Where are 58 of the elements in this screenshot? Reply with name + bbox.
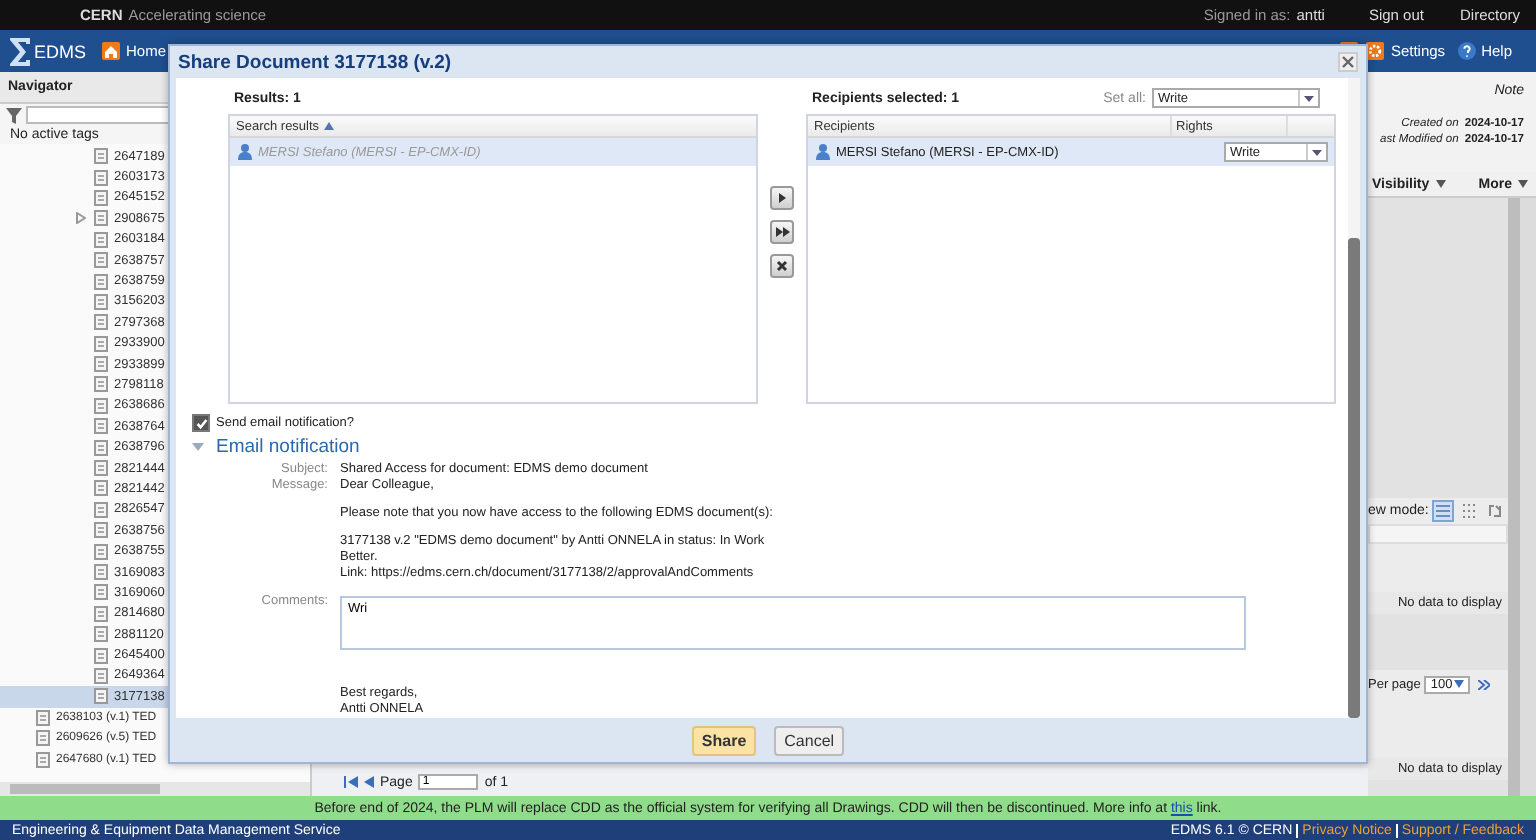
cancel-button[interactable]: Cancel [774, 725, 845, 755]
document-icon [94, 647, 108, 664]
document-icon [94, 314, 108, 331]
remove-icon[interactable] [770, 254, 794, 278]
document-icon [94, 688, 108, 705]
logo-icon [8, 35, 32, 67]
add-icon[interactable] [770, 186, 794, 210]
document-icon [94, 460, 108, 477]
gear-icon [1366, 42, 1385, 60]
person-icon [238, 144, 252, 160]
person-icon [816, 144, 830, 160]
document-icon [94, 293, 108, 310]
document-icon [94, 210, 108, 227]
logo-text: EDMS [34, 41, 87, 61]
document-icon [94, 564, 108, 580]
caret-icon [1518, 180, 1528, 188]
add-all-icon[interactable] [770, 220, 794, 244]
collapse-icon[interactable] [192, 442, 204, 453]
document-icon [94, 480, 108, 497]
document-icon [36, 709, 50, 726]
caret-icon [1435, 180, 1446, 188]
document-icon [94, 356, 108, 373]
document-icon [94, 667, 108, 684]
document-icon [36, 730, 50, 747]
document-icon [94, 273, 108, 290]
close-icon[interactable] [1338, 52, 1358, 72]
list-view-icon[interactable] [1432, 500, 1455, 522]
document-icon [94, 522, 108, 539]
home-icon [102, 42, 121, 60]
dialog-title: Share Document 3177138 (v.2) [178, 51, 452, 73]
caret-icon [1454, 680, 1465, 688]
document-icon [36, 751, 50, 768]
document-icon [94, 605, 108, 622]
previous-page-icon[interactable] [364, 776, 374, 788]
document-icon [94, 397, 108, 414]
export-icon[interactable] [1484, 500, 1507, 522]
share-button[interactable]: Share [691, 725, 757, 755]
document-icon [94, 335, 108, 352]
document-icon [94, 501, 108, 518]
document-icon [94, 418, 108, 435]
document-icon [94, 169, 108, 186]
last-page-icon[interactable] [1478, 679, 1491, 689]
document-icon [94, 189, 108, 206]
document-icon [94, 584, 108, 601]
caret-icon [1306, 144, 1326, 160]
expand-icon[interactable] [76, 212, 86, 225]
document-icon [94, 231, 108, 248]
document-icon [94, 626, 108, 643]
checkbox[interactable] [192, 414, 210, 433]
caret-icon [1298, 90, 1318, 106]
document-icon [94, 252, 108, 269]
document-icon [94, 543, 108, 560]
help-icon [1457, 42, 1476, 60]
first-page-icon[interactable] [344, 776, 358, 788]
grid-view-icon[interactable] [1458, 500, 1481, 522]
document-icon [94, 376, 108, 393]
document-icon [94, 439, 108, 456]
section-title[interactable]: Email notification [216, 436, 360, 459]
